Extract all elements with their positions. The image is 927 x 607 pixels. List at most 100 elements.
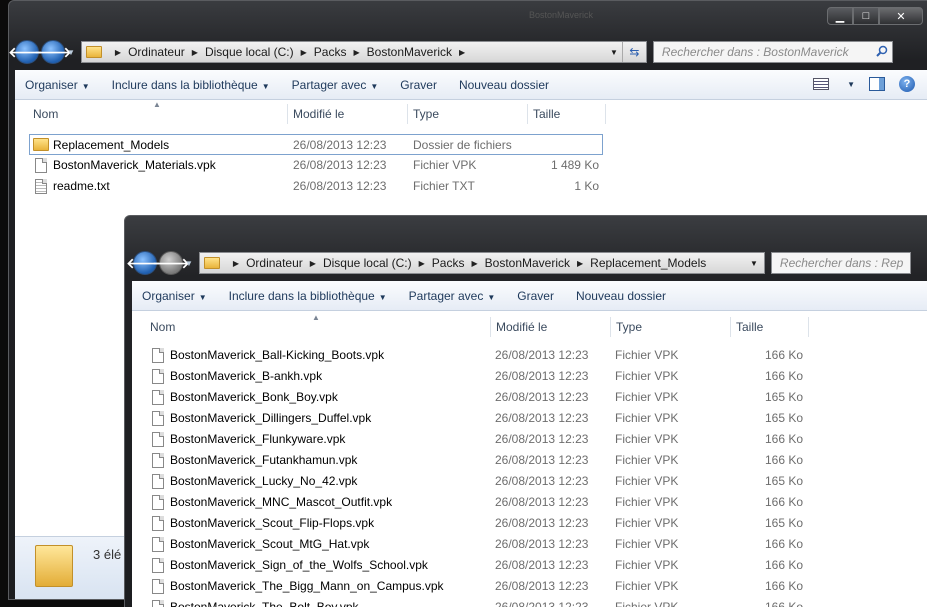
column-divider[interactable] — [808, 317, 809, 337]
burn-button[interactable]: Graver — [400, 78, 437, 92]
address-dropdown-icon[interactable]: ▼ — [750, 259, 758, 268]
new-folder-button[interactable]: Nouveau dossier — [576, 289, 666, 303]
breadcrumb-item[interactable]: Disque local (C:) — [205, 45, 294, 59]
file-row[interactable]: BostonMaverick_Futankhamun.vpk 26/08/2013… — [132, 450, 927, 471]
view-controls: ▼ ? — [813, 76, 915, 92]
breadcrumb-item[interactable]: BostonMaverick — [485, 256, 570, 270]
file-modified: 26/08/2013 12:23 — [495, 600, 589, 607]
share-menu[interactable]: Partager avec ▼ — [292, 78, 379, 92]
column-divider[interactable] — [610, 317, 611, 337]
breadcrumb-separator-icon[interactable]: ▶ — [459, 48, 465, 57]
file-name: BostonMaverick_Flunkyware.vpk — [170, 432, 346, 446]
close-button[interactable]: ✕ — [879, 7, 923, 25]
burn-button[interactable]: Graver — [517, 289, 554, 303]
column-type[interactable]: Type — [413, 107, 439, 121]
breadcrumb-item[interactable]: Disque local (C:) — [323, 256, 412, 270]
file-row[interactable]: BostonMaverick_Ball-Kicking_Boots.vpk 26/… — [132, 345, 927, 366]
breadcrumb-separator-icon[interactable]: ▶ — [577, 259, 583, 268]
breadcrumb-separator-icon[interactable]: ▶ — [471, 259, 477, 268]
column-divider[interactable] — [527, 104, 528, 124]
forward-button[interactable]: 🡒 — [152, 251, 190, 275]
breadcrumb-separator-icon[interactable]: ▶ — [310, 259, 316, 268]
file-type: Fichier VPK — [615, 369, 679, 383]
file-row[interactable]: BostonMaverick_Scout_MtG_Hat.vpk 26/08/20… — [132, 534, 927, 555]
column-modified[interactable]: Modifié le — [496, 320, 547, 334]
refresh-icon[interactable]: ⇆ — [621, 42, 646, 62]
column-size[interactable]: Taille — [736, 320, 763, 334]
file-name: readme.txt — [53, 179, 110, 193]
column-modified[interactable]: Modifié le — [293, 107, 344, 121]
file-modified: 26/08/2013 12:23 — [495, 453, 589, 467]
file-row[interactable]: BostonMaverick_Scout_Flip-Flops.vpk 26/08… — [132, 513, 927, 534]
address-bar[interactable]: ▶ Ordinateur ▶ Disque local (C:) ▶ Packs… — [198, 252, 765, 274]
file-row[interactable]: BostonMaverick_The_Bigg_Mann_on_Campus.v… — [132, 576, 927, 597]
breadcrumb-item[interactable]: Packs — [432, 256, 465, 270]
organize-menu[interactable]: Organiser ▼ — [142, 289, 207, 303]
include-library-menu[interactable]: Inclure dans la bibliothèque ▼ — [229, 289, 387, 303]
breadcrumb-item[interactable]: Replacement_Models — [590, 256, 706, 270]
view-dropdown-icon[interactable]: ▼ — [847, 80, 855, 89]
file-name: BostonMaverick_MNC_Mascot_Outfit.vpk — [170, 495, 393, 509]
file-row[interactable]: BostonMaverick_The_Bolt_Boy.vpk 26/08/201… — [132, 597, 927, 607]
recent-pages-dropdown-icon[interactable]: ▼ — [67, 48, 75, 57]
column-name[interactable]: Nom — [33, 107, 58, 121]
address-bar[interactable]: ▶ Ordinateur ▶ Disque local (C:) ▶ Packs… — [80, 41, 647, 63]
preview-pane-icon[interactable] — [869, 77, 885, 91]
file-row[interactable]: BostonMaverick_Flunkyware.vpk 26/08/2013 … — [132, 429, 927, 450]
column-divider[interactable] — [730, 317, 731, 337]
breadcrumb-separator-icon[interactable]: ▶ — [353, 48, 359, 57]
breadcrumb-item[interactable]: Ordinateur — [128, 45, 185, 59]
search-input[interactable]: Rechercher dans : BostonMaverick — [652, 41, 893, 63]
file-modified: 26/08/2013 12:23 — [495, 411, 589, 425]
column-divider[interactable] — [407, 104, 408, 124]
file-size: 165 Ko — [765, 474, 804, 488]
column-name[interactable]: Nom — [150, 320, 175, 334]
window-controls: ▁ □ ✕ — [827, 7, 923, 25]
column-type[interactable]: Type — [616, 320, 642, 334]
file-row[interactable]: BostonMaverick_Lucky_No_42.vpk 26/08/2013… — [132, 471, 927, 492]
sort-ascending-icon: ▲ — [153, 100, 161, 109]
command-bar: Organiser ▼ Inclure dans la bibliothèque ▼… — [15, 70, 927, 100]
file-type: Fichier VPK — [615, 453, 679, 467]
forward-button[interactable]: 🡒 — [34, 40, 72, 64]
breadcrumb-separator-icon[interactable]: ▶ — [419, 259, 425, 268]
search-input[interactable]: Rechercher dans : Rep — [770, 252, 911, 274]
file-row[interactable]: BostonMaverick_Dillingers_Duffel.vpk 26/0… — [132, 408, 927, 429]
file-row[interactable]: BostonMaverick_Materials.vpk 26/08/2013 … — [15, 155, 927, 176]
share-menu[interactable]: Partager avec ▼ — [409, 289, 496, 303]
column-divider[interactable] — [605, 104, 606, 124]
column-divider[interactable] — [490, 317, 491, 337]
search-placeholder: Rechercher dans : BostonMaverick — [661, 45, 849, 59]
new-folder-button[interactable]: Nouveau dossier — [459, 78, 549, 92]
file-row[interactable]: BostonMaverick_Bonk_Boy.vpk 26/08/2013 12… — [132, 387, 927, 408]
breadcrumb-separator-icon[interactable]: ▶ — [301, 48, 307, 57]
front-explorer-window[interactable]: 🡐 🡒 ▼ ▶ Ordinateur ▶ Disque local (C:) ▶… — [124, 215, 927, 607]
address-row: 🡐 🡒 ▼ ▶ Ordinateur ▶ Disque local (C:) ▶… — [9, 38, 927, 66]
search-icon[interactable] — [876, 45, 888, 57]
breadcrumb-item[interactable]: Packs — [314, 45, 347, 59]
file-row[interactable]: readme.txt 26/08/2013 12:23 Fichier TXT … — [15, 176, 927, 197]
breadcrumb-separator-icon[interactable]: ▶ — [192, 48, 198, 57]
change-view-icon[interactable] — [813, 78, 830, 90]
breadcrumb-separator-icon[interactable]: ▶ — [233, 259, 239, 268]
recent-pages-dropdown-icon[interactable]: ▼ — [185, 259, 193, 268]
maximize-button[interactable]: □ — [853, 7, 879, 25]
organize-menu[interactable]: Organiser ▼ — [25, 78, 90, 92]
breadcrumb-separator-icon[interactable]: ▶ — [115, 48, 121, 57]
minimize-button[interactable]: ▁ — [827, 7, 853, 25]
file-row[interactable]: BostonMaverick_B-ankh.vpk 26/08/2013 12:2… — [132, 366, 927, 387]
file-modified: 26/08/2013 12:23 — [495, 516, 589, 530]
file-row[interactable]: BostonMaverick_MNC_Mascot_Outfit.vpk 26/0… — [132, 492, 927, 513]
breadcrumb-item[interactable]: BostonMaverick — [367, 45, 452, 59]
column-header: ▲ Nom Modifié le Type Taille — [15, 100, 927, 126]
address-dropdown-icon[interactable]: ▼ — [610, 48, 618, 57]
file-row-folder[interactable]: Replacement_Models 26/08/2013 12:23 Doss… — [29, 134, 603, 155]
column-size[interactable]: Taille — [533, 107, 560, 121]
include-library-menu[interactable]: Inclure dans la bibliothèque ▼ — [112, 78, 270, 92]
file-type: Fichier VPK — [615, 390, 679, 404]
file-type: Fichier VPK — [615, 516, 679, 530]
help-icon[interactable]: ? — [899, 76, 915, 92]
file-row[interactable]: BostonMaverick_Sign_of_the_Wolfs_School.… — [132, 555, 927, 576]
breadcrumb-item[interactable]: Ordinateur — [246, 256, 303, 270]
column-divider[interactable] — [287, 104, 288, 124]
